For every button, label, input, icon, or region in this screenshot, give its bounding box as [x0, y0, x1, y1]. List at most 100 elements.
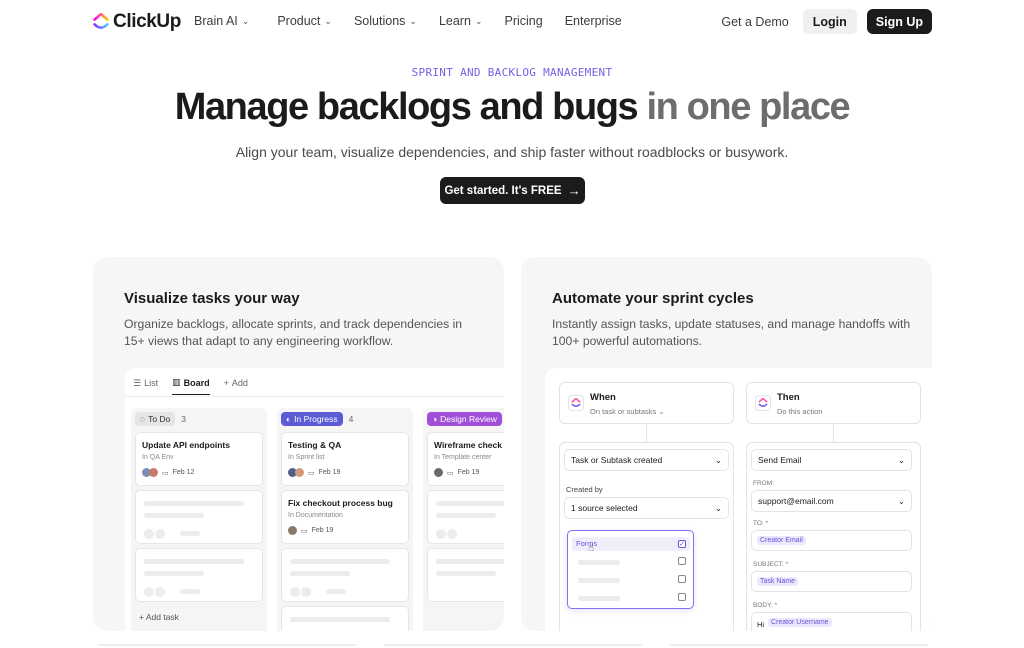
dropdown-option[interactable]	[576, 591, 686, 605]
nav-actions: Get a Demo Login Sign Up	[721, 9, 932, 34]
tab-list[interactable]: ☰ List	[133, 377, 158, 395]
when-subtitle-text: On task or subtasks	[590, 407, 657, 416]
trigger-select[interactable]: Task or Subtask created ⌄	[564, 449, 729, 471]
task-card[interactable]: Fix checkout process bug In Documentatio…	[281, 490, 409, 544]
checkbox-icon[interactable]	[678, 593, 686, 601]
dropdown-option-forms[interactable]: Forms ☝ ✓	[572, 537, 690, 554]
created-by-label: Created by	[566, 485, 603, 494]
from-select[interactable]: support@email.com ⌄	[751, 490, 912, 512]
menu-learn[interactable]: Learn ⌄	[439, 14, 483, 28]
task-meta: ▭ Feb 19	[288, 526, 333, 535]
column-count: 3	[181, 414, 187, 424]
get-started-button[interactable]: Get started. It's FREE →	[440, 177, 585, 204]
task-date: Feb 19	[318, 469, 341, 476]
token-tag: Creator Username	[768, 618, 832, 627]
tab-board[interactable]: ▥ Board	[172, 377, 210, 395]
task-title: Update API endpoints	[142, 440, 230, 450]
dropdown-option[interactable]	[576, 555, 686, 569]
task-date: Feb 19	[311, 527, 334, 534]
plus-icon: +	[223, 378, 229, 388]
body-prefix: Hi	[757, 620, 765, 629]
hero-title-muted: in one place	[646, 86, 850, 128]
chevron-down-icon: ⌄	[658, 407, 665, 416]
menu-pricing[interactable]: Pricing	[504, 14, 542, 28]
skeleton-line	[436, 513, 496, 518]
tab-label: List	[144, 378, 159, 388]
column-design-review: ◑ Design Review Wireframe check In Templa…	[423, 408, 504, 631]
task-card-placeholder	[135, 490, 263, 544]
card-title: Automate your sprint cycles	[552, 290, 754, 307]
column-todo: ◌ To Do 3 Update API endpoints In QA Env …	[131, 408, 267, 631]
main-menu: Brain AI ⌄ Product ⌄ Solutions ⌄ Learn ⌄ Pri…	[194, 14, 622, 28]
menu-label: Product	[277, 14, 321, 28]
subject-field[interactable]: Task Name	[751, 571, 912, 592]
task-meta: ▭ Feb 12	[142, 468, 194, 477]
trigger-value: Task or Subtask created	[571, 455, 663, 465]
source-value: 1 source selected	[571, 503, 638, 513]
task-date: Feb 19	[457, 469, 480, 476]
skeleton-avatar	[144, 587, 154, 597]
skeleton-avatar	[301, 587, 311, 597]
chevron-down-icon: ⌄	[897, 495, 905, 506]
task-date: Feb 12	[172, 469, 195, 476]
cta-label: Get started. It's FREE	[444, 184, 562, 197]
board-preview: ☰ List ▥ Board + Add ◌ To Do 3 Update API en…	[125, 368, 504, 631]
menu-label: Brain AI	[194, 14, 238, 28]
progress-circle-icon: ◐	[286, 414, 292, 424]
then-subtitle: Do this action	[777, 407, 823, 416]
column-in-progress: ◐ In Progress 4 Testing & QA In Sprint li…	[277, 408, 413, 631]
chevron-down-icon: ⌄	[714, 502, 722, 513]
when-trigger-box[interactable]: When On task or subtasks ⌄	[559, 382, 734, 424]
dropdown-option[interactable]	[576, 573, 686, 587]
clickup-logo[interactable]: ClickUp	[93, 11, 181, 33]
tab-label: Add	[231, 378, 248, 388]
task-title: Testing & QA	[288, 440, 342, 450]
menu-label: Learn	[438, 14, 471, 28]
calendar-icon: ▭	[308, 469, 315, 477]
action-select[interactable]: Send Email ⌄	[751, 449, 912, 471]
body-field[interactable]: Hi Creator Username	[751, 612, 912, 631]
calendar-icon: ▭	[162, 469, 169, 477]
checkbox-icon[interactable]	[678, 557, 686, 565]
skeleton-avatar	[436, 529, 446, 539]
task-card[interactable]: Wireframe check In Template center ▭ Feb …	[427, 432, 504, 486]
skeleton-line	[578, 560, 620, 565]
menu-product[interactable]: Product ⌄	[277, 14, 332, 28]
source-select[interactable]: 1 source selected ⌄	[564, 497, 729, 519]
menu-solutions[interactable]: Solutions ⌄	[354, 14, 417, 28]
status-pill-in-progress: ◐ In Progress	[281, 412, 343, 426]
tab-add[interactable]: + Add	[224, 377, 248, 395]
column-header: ◑ Design Review	[427, 412, 502, 426]
add-task-label: Add task	[145, 612, 179, 622]
task-card-placeholder	[135, 548, 263, 602]
clickup-logo-icon	[93, 13, 109, 29]
action-value: Send Email	[758, 455, 802, 465]
automation-preview: When On task or subtasks ⌄ Then Do this …	[545, 368, 932, 631]
to-field[interactable]: Creator Email	[751, 530, 912, 551]
get-demo-link[interactable]: Get a Demo	[721, 15, 788, 29]
menu-enterprise[interactable]: Enterprise	[565, 14, 622, 28]
then-action-box[interactable]: Then Do this action	[746, 382, 921, 424]
from-label: FROM:	[753, 480, 774, 487]
login-button[interactable]: Login	[802, 9, 857, 34]
review-icon: ◑	[432, 414, 438, 424]
skeleton-avatar	[144, 529, 154, 539]
clickup-mark-icon	[568, 395, 584, 411]
checkbox-icon[interactable]	[678, 575, 686, 583]
checkbox-checked-icon[interactable]: ✓	[678, 540, 686, 548]
task-card[interactable]: Update API endpoints In QA Env ▭ Feb 12	[135, 432, 263, 486]
then-title: Then	[777, 392, 800, 403]
menu-brain-ai[interactable]: Brain AI ⌄	[194, 14, 249, 28]
task-title: Fix checkout process bug	[288, 498, 393, 508]
status-label: To Do	[148, 414, 171, 424]
skeleton-line	[144, 559, 244, 564]
signup-button[interactable]: Sign Up	[866, 9, 932, 34]
arrow-right-icon: →	[567, 183, 581, 198]
hero-title-main: Manage backlogs and bugs	[174, 86, 647, 128]
clickup-mark-icon	[755, 395, 771, 411]
add-task-button[interactable]: + Add task	[139, 612, 179, 631]
avatar	[149, 468, 158, 477]
tabs-divider	[125, 396, 504, 397]
top-nav: ClickUp Brain AI ⌄ Product ⌄ Solutions ⌄ Le…	[0, 0, 1024, 44]
task-card[interactable]: Testing & QA In Sprint list ▭ Feb 19	[281, 432, 409, 486]
